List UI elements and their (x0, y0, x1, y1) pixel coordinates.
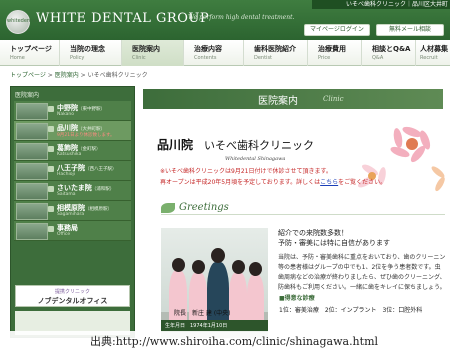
brand-name[interactable]: WHITE DENTAL GROUP (36, 11, 209, 26)
nav-item-policy[interactable]: 当院の理念 Policy (60, 40, 122, 66)
clinic-thumbnail (16, 143, 48, 160)
nav-item-clinic[interactable]: 医院案内 Clinic (122, 40, 184, 66)
clinic-name: 品川院 いそべ歯科クリニック (157, 138, 315, 152)
clinic-thumbnail (16, 183, 48, 200)
nav-item-recruit[interactable]: 人材募集 Recruit (416, 40, 450, 66)
reopen-notice: 再オープンは平成20年5月頃を予定しております。詳しくはこちらをご覧ください。 (160, 179, 387, 186)
sidebar-title: 医院案内 (15, 92, 40, 99)
clinic-thumbnail (16, 103, 48, 120)
nav-item-dentist[interactable]: 歯科医院紹介 Dentist (244, 40, 308, 66)
clinic-signature: Whitedental Shinagawa (225, 156, 286, 162)
sidebar-item-hachioji[interactable]: 八王子院（西八王子駅） Hachioji (14, 161, 131, 181)
my-page-login-button[interactable]: マイページログイン (304, 24, 370, 36)
page-title-en: Clinic (323, 95, 344, 103)
bullet-icon (48, 206, 54, 212)
greeting-headline: 紹介での来院数多数！ 予防・審美には特に自信があります (278, 229, 390, 247)
logo-icon[interactable]: whitedentalgroup (6, 10, 51, 34)
page-title-bar: 医院案内 Clinic (143, 89, 443, 109)
greeting-body: 当院は、予防・審美歯科に重点をおいており、歯のクリーニン 等の患者様はグループの… (278, 254, 446, 291)
sidebar-item-nakano[interactable]: 中野院（東中野駅） Nakano (14, 101, 131, 121)
top-strip: いそべ歯科クリニック｜品川区大井町 (312, 0, 450, 9)
specialty-header: ■得意な診療 (279, 295, 315, 302)
leaf-icon (161, 203, 175, 213)
sidebar-item-katsushika[interactable]: 葛飾院（金町駅） Katsushika (14, 141, 131, 161)
bullet-icon (48, 186, 54, 192)
bullet-icon (48, 126, 54, 132)
photo-caption: 院長 新庄 建 (中央) (174, 310, 231, 317)
details-link[interactable]: こちら (320, 179, 338, 186)
tagline: We perform high dental treatment. (188, 14, 295, 21)
bullet-icon (48, 166, 54, 172)
nav-item-contents[interactable]: 治療内容 Contents (184, 40, 244, 66)
closure-notice: ※いそべ歯科クリニックは9月21日付けで休診させて頂きます。 (160, 168, 332, 175)
clinic-sidebar: 医院案内 中野院（東中野駅） Nakano 品川院（大井町駅） 9月21日より休… (10, 86, 135, 338)
sidebar-item-saitama[interactable]: さいたま院（浦和駅） Saitama (14, 181, 131, 201)
bullet-icon (48, 226, 54, 232)
bullet-icon (48, 146, 54, 152)
clinic-thumbnail (16, 223, 48, 240)
specialty-values: 1位：審美治療 2位：インプラント 3位：口腔外科 (279, 307, 423, 314)
free-mail-consult-button[interactable]: 無料メール相談 (376, 24, 444, 36)
breadcrumb-parent[interactable]: 医院案内 (55, 72, 79, 79)
nav-item-price[interactable]: 治療費用 Price (308, 40, 362, 66)
nav-item-qa[interactable]: 相談とQ&A Q&A (362, 40, 416, 66)
breadcrumb-current: いそべ歯科クリニック (87, 72, 148, 79)
global-nav: トップページ Home 当院の理念 Policy 医院案内 Clinic 治療内容 Co… (0, 40, 450, 66)
sidebar-item-shinagawa[interactable]: 品川院（大井町駅） 9月21日より休診致します。 (14, 121, 131, 141)
partner-clinic-link[interactable]: 提携クリニック ノブデンタルオフィス (15, 285, 130, 307)
nav-item-home[interactable]: トップページ Home (0, 40, 60, 66)
clinic-thumbnail (16, 163, 48, 180)
sidebar-item-office[interactable]: 事務局 Office (14, 221, 131, 241)
greetings-header: Greetings (161, 201, 445, 215)
bullet-icon (48, 106, 54, 112)
sidebar-item-sagamihara[interactable]: 相模原院（相模原駅） Sagamihara (14, 201, 131, 221)
clinic-thumbnail (16, 203, 48, 220)
breadcrumb: トップページ > 医院案内 > いそべ歯科クリニック (10, 72, 148, 79)
clinic-thumbnail (16, 123, 48, 140)
source-footer: 出典:http://www.shiroiha.com/clinic/shinag… (0, 331, 450, 350)
breadcrumb-home[interactable]: トップページ (10, 72, 46, 79)
page-title: 医院案内 (258, 96, 298, 107)
